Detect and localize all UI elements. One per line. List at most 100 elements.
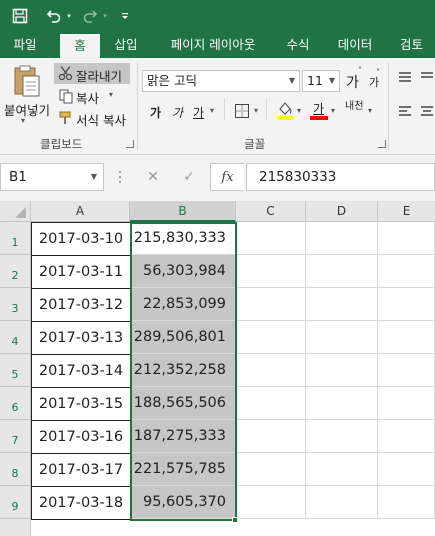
empty-cell[interactable] — [306, 354, 378, 387]
align-top-icon[interactable] — [398, 70, 412, 87]
empty-cell[interactable] — [306, 486, 378, 519]
formula-bar-grip[interactable] — [118, 169, 122, 185]
save-icon[interactable] — [8, 4, 32, 28]
cancel-icon[interactable]: ✕ — [136, 163, 170, 191]
font-color-button[interactable]: 가 — [310, 100, 328, 122]
empty-cell[interactable] — [236, 288, 306, 321]
empty-cell[interactable] — [236, 486, 306, 519]
fill-color-icon[interactable] — [276, 100, 294, 123]
tab-review[interactable]: 검토 — [392, 32, 435, 58]
empty-cell[interactable] — [236, 222, 306, 255]
copy-dropdown-icon[interactable]: ▾ — [109, 90, 113, 99]
row-header[interactable]: 2 — [0, 255, 31, 288]
align-middle-icon[interactable] — [420, 70, 434, 87]
phonetic-dropdown-icon[interactable]: ▾ — [368, 106, 372, 115]
phonetic-guide-button[interactable]: 내천 — [345, 102, 367, 112]
empty-cell[interactable] — [306, 255, 378, 288]
value-cell[interactable]: 289,506,801 — [131, 321, 236, 354]
empty-cell[interactable] — [378, 420, 435, 453]
fill-handle[interactable] — [232, 517, 238, 523]
empty-cell[interactable] — [236, 321, 306, 354]
row-header[interactable]: 3 — [0, 288, 31, 321]
row-header[interactable]: 7 — [0, 420, 31, 453]
underline-button[interactable]: 가 — [193, 104, 204, 121]
date-cell[interactable]: 2017-03-16 — [31, 420, 131, 454]
grow-font-button[interactable]: 가 — [346, 72, 359, 92]
date-cell[interactable]: 2017-03-12 — [31, 288, 131, 322]
empty-cell[interactable] — [306, 288, 378, 321]
row-header[interactable]: 4 — [0, 321, 31, 354]
paste-dropdown-icon[interactable]: ▾ — [21, 116, 25, 125]
font-launcher-icon[interactable] — [378, 140, 386, 148]
enter-icon[interactable]: ✓ — [172, 163, 206, 191]
undo-dropdown-icon[interactable]: ▾ — [64, 4, 74, 28]
align-center-icon[interactable] — [420, 104, 434, 121]
date-cell[interactable]: 2017-03-10 — [31, 222, 131, 256]
font-size-combo[interactable]: 11 ▼ — [302, 70, 340, 92]
row-header[interactable]: 6 — [0, 387, 31, 420]
tab-home[interactable]: 홈 — [60, 34, 100, 58]
date-cell[interactable]: 2017-03-18 — [31, 486, 131, 520]
tab-file[interactable]: 파일 — [4, 32, 46, 58]
value-cell[interactable]: 188,565,506 — [131, 387, 236, 420]
empty-cell[interactable] — [378, 387, 435, 420]
date-cell[interactable]: 2017-03-15 — [31, 387, 131, 421]
empty-cell[interactable] — [306, 387, 378, 420]
align-left-icon[interactable] — [398, 104, 412, 121]
row-header[interactable]: 5 — [0, 354, 31, 387]
column-header-e[interactable]: E — [378, 201, 435, 222]
borders-dropdown-icon[interactable]: ▾ — [254, 106, 258, 115]
bold-button[interactable]: 가 — [150, 104, 161, 121]
font-size-dropdown-icon[interactable]: ▼ — [329, 71, 335, 91]
row-header[interactable]: 1 — [0, 222, 31, 255]
redo-dropdown-icon[interactable]: ▾ — [100, 4, 110, 28]
empty-cell[interactable] — [378, 321, 435, 354]
copy-button[interactable]: 복사 ▾ — [54, 86, 124, 106]
row-header[interactable]: 8 — [0, 453, 31, 486]
empty-cell[interactable] — [236, 387, 306, 420]
value-cell[interactable]: 221,575,785 — [131, 453, 236, 486]
empty-cell[interactable] — [306, 420, 378, 453]
italic-button[interactable]: 가 — [172, 104, 183, 121]
empty-cell[interactable] — [378, 288, 435, 321]
empty-cell[interactable] — [236, 453, 306, 486]
date-cell[interactable]: 2017-03-13 — [31, 321, 131, 355]
tab-data[interactable]: 데이터 — [328, 32, 382, 58]
undo-icon[interactable] — [44, 4, 64, 28]
tab-insert[interactable]: 삽입 — [104, 32, 148, 58]
empty-cell[interactable] — [378, 354, 435, 387]
value-cell[interactable]: 187,275,333 — [131, 420, 236, 453]
empty-cell[interactable] — [306, 453, 378, 486]
empty-cell[interactable] — [306, 222, 378, 255]
date-cell[interactable]: 2017-03-17 — [31, 453, 131, 487]
insert-function-button[interactable]: fx — [210, 163, 244, 191]
font-name-combo[interactable]: 맑은 고딕 ▼ — [142, 70, 300, 92]
date-cell[interactable]: 2017-03-14 — [31, 354, 131, 388]
empty-cell[interactable] — [306, 321, 378, 354]
empty-cell[interactable] — [378, 255, 435, 288]
empty-cell[interactable] — [236, 354, 306, 387]
column-header-a[interactable]: A — [31, 201, 130, 222]
tab-page-layout[interactable]: 페이지 레이아웃 — [158, 32, 268, 58]
paste-button[interactable]: 붙여넣기 — [4, 100, 50, 119]
formula-input[interactable]: 215830333 — [246, 163, 435, 191]
column-header-d[interactable]: D — [306, 201, 378, 222]
redo-icon[interactable] — [80, 4, 100, 28]
fill-color-dropdown-icon[interactable]: ▾ — [297, 106, 301, 115]
row-header[interactable] — [0, 519, 31, 536]
empty-cell[interactable] — [378, 486, 435, 519]
paste-icon[interactable] — [12, 64, 42, 98]
font-color-dropdown-icon[interactable]: ▾ — [331, 106, 335, 115]
value-cell[interactable]: 56,303,984 — [131, 255, 236, 288]
tab-formulas[interactable]: 수식 — [278, 32, 318, 58]
name-box-dropdown-icon[interactable]: ▼ — [91, 164, 97, 190]
empty-cell[interactable] — [378, 453, 435, 486]
empty-cell[interactable] — [236, 255, 306, 288]
format-painter-button[interactable]: 서식 복사 — [54, 108, 130, 128]
date-cell[interactable]: 2017-03-11 — [31, 255, 131, 289]
font-name-dropdown-icon[interactable]: ▼ — [289, 71, 295, 91]
cut-button[interactable]: 잘라내기 — [54, 63, 130, 84]
borders-icon[interactable] — [234, 103, 250, 122]
column-header-b[interactable]: B — [130, 201, 236, 222]
active-value-cell[interactable]: 215,830,333 — [131, 222, 236, 255]
